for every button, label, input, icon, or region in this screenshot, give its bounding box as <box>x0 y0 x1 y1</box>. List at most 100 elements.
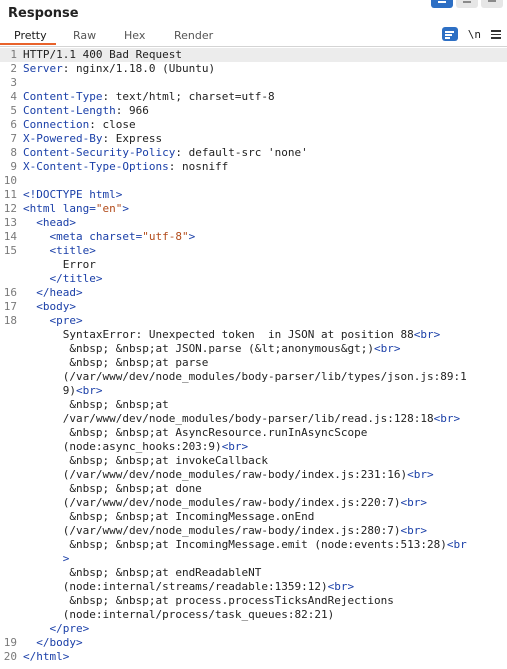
code-token: (/var/www/dev/node_modules/raw-body/inde… <box>23 496 401 509</box>
code-line[interactable]: 18 <pre> <box>0 314 507 328</box>
code-line[interactable]: 4 Content-Type: text/html; charset=utf-8 <box>0 90 507 104</box>
word-wrap-icon[interactable] <box>441 27 458 41</box>
code-line[interactable]: (node:internal/streams/readable:1359:12)… <box>0 580 507 594</box>
code-line[interactable]: 2 Server: nginx/1.18.0 (Ubuntu) <box>0 62 507 76</box>
code-token: &nbsp; &nbsp;at JSON.parse (&lt;anonymou… <box>23 342 374 355</box>
tab-pretty[interactable]: Pretty <box>14 29 47 42</box>
code-line[interactable]: 3 <box>0 76 507 90</box>
tab-hex[interactable]: Hex <box>124 29 145 42</box>
code-line[interactable]: 12 <html lang="en"> <box>0 202 507 216</box>
code-line[interactable]: 14 <meta charset="utf-8"> <box>0 230 507 244</box>
code-token: <body> <box>23 300 76 313</box>
code-line[interactable]: &nbsp; &nbsp;at done <box>0 482 507 496</box>
panel-title: Response <box>8 6 79 21</box>
code-line[interactable]: > <box>0 552 507 566</box>
code-line[interactable]: &nbsp; &nbsp;at IncomingMessage.emit (no… <box>0 538 507 552</box>
code-line[interactable]: 9)<br> <box>0 384 507 398</box>
line-code: (/var/www/dev/node_modules/body-parser/l… <box>23 370 467 384</box>
line-number: 1 <box>10 48 17 61</box>
code-line[interactable]: 20 </html> <box>0 650 507 664</box>
line-code: <!DOCTYPE html> <box>23 188 122 202</box>
line-code: <body> <box>23 300 76 314</box>
code-line[interactable]: (node:internal/process/task_queues:82:21… <box>0 608 507 622</box>
code-line[interactable]: 1 HTTP/1.1 400 Bad Request <box>0 48 507 62</box>
code-line[interactable]: &nbsp; &nbsp;at JSON.parse (&lt;anonymou… <box>0 342 507 356</box>
code-line[interactable]: SyntaxError: Unexpected token in JSON at… <box>0 328 507 342</box>
code-token: = <box>89 202 96 215</box>
code-token: 9) <box>23 384 76 397</box>
code-token: : nosniff <box>168 160 229 173</box>
code-token: "utf-8" <box>142 230 189 243</box>
code-line[interactable]: 17 <body> <box>0 300 507 314</box>
code-line[interactable]: &nbsp; &nbsp;at endReadableNT <box>0 566 507 580</box>
line-code: </head> <box>23 286 82 300</box>
tab-raw[interactable]: Raw <box>73 29 96 42</box>
show-newlines-button[interactable]: \n <box>468 28 481 41</box>
code-line[interactable]: 7 X-Powered-By: Express <box>0 132 507 146</box>
code-line[interactable]: (/var/www/dev/node_modules/body-parser/l… <box>0 370 507 384</box>
line-code: Server: nginx/1.18.0 (Ubuntu) <box>23 62 215 76</box>
code-token: (node:async_hooks:203:9) <box>23 440 222 453</box>
code-line[interactable]: &nbsp; &nbsp;at invokeCallback <box>0 454 507 468</box>
layout-single-icon[interactable] <box>481 0 503 8</box>
code-token: (node:internal/process/task_queues:82:21… <box>23 608 335 621</box>
line-code: X-Powered-By: Express <box>23 132 162 146</box>
line-number: 2 <box>10 62 17 75</box>
line-number: 9 <box>10 160 17 173</box>
code-token: : nginx/1.18.0 (Ubuntu) <box>62 62 216 75</box>
line-code: (/var/www/dev/node_modules/raw-body/inde… <box>23 524 427 538</box>
line-code: 9)<br> <box>23 384 103 398</box>
code-token: X-Powered-By <box>23 132 103 145</box>
code-line[interactable]: 15 <title> <box>0 244 507 258</box>
code-line[interactable]: &nbsp; &nbsp;at process.processTicksAndR… <box>0 594 507 608</box>
code-line[interactable]: </pre> <box>0 622 507 636</box>
line-number: 3 <box>10 76 17 89</box>
code-line[interactable]: /var/www/dev/node_modules/body-parser/li… <box>0 412 507 426</box>
line-code: (node:async_hooks:203:9)<br> <box>23 440 248 454</box>
code-token: <br> <box>221 440 249 453</box>
code-line[interactable]: 19 </body> <box>0 636 507 650</box>
code-token: /var/www/dev/node_modules/body-parser/li… <box>23 412 434 425</box>
tab-render[interactable]: Render <box>174 29 213 42</box>
line-number: 12 <box>3 202 17 215</box>
code-line[interactable]: 5 Content-Length: 966 <box>0 104 507 118</box>
line-code: <pre> <box>23 314 82 328</box>
code-token: &nbsp; &nbsp;at invokeCallback <box>23 454 269 467</box>
code-token: Server <box>23 62 63 75</box>
line-number: 5 <box>10 104 17 117</box>
line-number: 18 <box>3 314 17 327</box>
code-line[interactable]: 6 Connection: close <box>0 118 507 132</box>
code-token: Content-Security-Policy <box>23 146 176 159</box>
code-line[interactable]: (/var/www/dev/node_modules/raw-body/inde… <box>0 496 507 510</box>
code-line[interactable]: 8 Content-Security-Policy: default-src 'n… <box>0 146 507 160</box>
code-line[interactable]: Error <box>0 258 507 272</box>
layout-split-icon[interactable] <box>431 0 453 8</box>
code-line[interactable]: (node:async_hooks:203:9)<br> <box>0 440 507 454</box>
code-line[interactable]: 10 <box>0 174 507 188</box>
code-token: Content-Length <box>23 104 116 117</box>
code-token: <br <box>446 538 467 551</box>
response-editor[interactable]: 1 HTTP/1.1 400 Bad Request 2 Server: nginx/… <box>0 48 507 669</box>
code-token: <html <box>23 202 63 215</box>
line-code: /var/www/dev/node_modules/body-parser/li… <box>23 412 460 426</box>
code-token: </html> <box>23 650 70 663</box>
menu-icon[interactable] <box>491 29 501 39</box>
code-line[interactable]: &nbsp; &nbsp;at <box>0 398 507 412</box>
code-line[interactable]: </title> <box>0 272 507 286</box>
code-line[interactable]: &nbsp; &nbsp;at AsyncResource.runInAsync… <box>0 426 507 440</box>
code-token: "en" <box>95 202 123 215</box>
line-code: </title> <box>23 272 102 286</box>
code-line[interactable]: 16 </head> <box>0 286 507 300</box>
code-line[interactable]: 13 <head> <box>0 216 507 230</box>
layout-horizontal-icon[interactable] <box>456 0 478 8</box>
line-code: &nbsp; &nbsp;at AsyncResource.runInAsync… <box>23 426 367 440</box>
code-token: : 966 <box>115 104 149 117</box>
code-line[interactable]: 11 <!DOCTYPE html> <box>0 188 507 202</box>
code-line[interactable]: &nbsp; &nbsp;at parse <box>0 356 507 370</box>
code-line[interactable]: 9 X-Content-Type-Options: nosniff <box>0 160 507 174</box>
code-line[interactable]: (/var/www/dev/node_modules/raw-body/inde… <box>0 524 507 538</box>
code-line[interactable]: &nbsp; &nbsp;at IncomingMessage.onEnd <box>0 510 507 524</box>
response-tabs: Pretty Raw Hex Render <box>0 26 507 47</box>
code-line[interactable]: (/var/www/dev/node_modules/raw-body/inde… <box>0 468 507 482</box>
line-code: Content-Length: 966 <box>23 104 149 118</box>
